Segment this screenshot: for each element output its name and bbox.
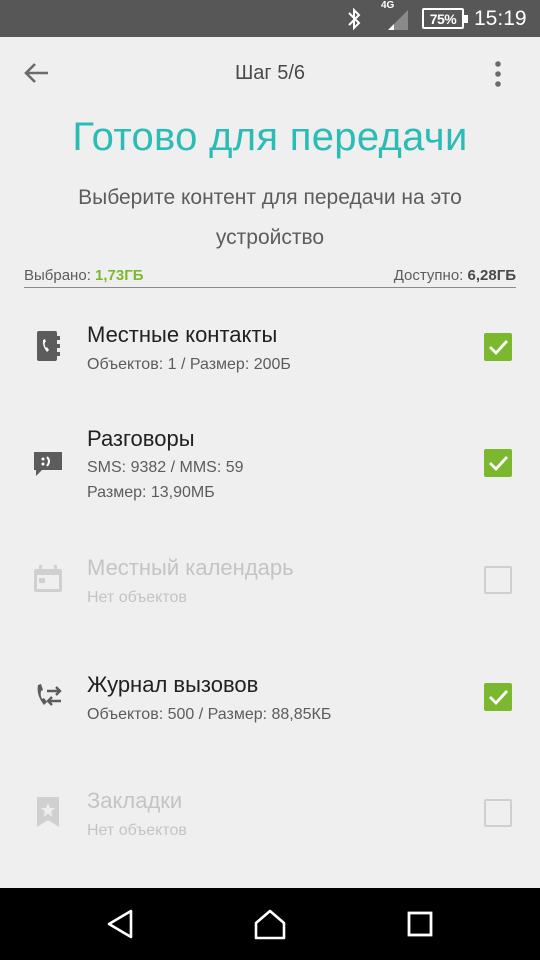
calendar-checkbox[interactable] bbox=[484, 566, 512, 594]
item-details: Нет объектов bbox=[87, 822, 187, 839]
item-details: SMS: 9382 / MMS: 59 bbox=[87, 459, 244, 476]
item-details: Нет объектов bbox=[87, 589, 187, 606]
check-icon bbox=[489, 456, 508, 472]
clock: 15:19 bbox=[474, 7, 527, 30]
battery-indicator: 75% bbox=[422, 8, 468, 29]
list-item-call-log[interactable]: Журнал вызовов Объектов: 500 / Размер: 8… bbox=[0, 668, 540, 738]
check-icon bbox=[489, 340, 508, 356]
call-log-checkbox[interactable] bbox=[484, 683, 512, 711]
call-log-icon bbox=[30, 678, 66, 714]
item-title: Закладки bbox=[87, 788, 183, 813]
item-details: Объектов: 500 / Размер: 88,85КБ bbox=[87, 706, 332, 723]
nav-recents-icon bbox=[407, 911, 433, 937]
item-size: Размер: 13,90МБ bbox=[87, 484, 215, 501]
more-vert-icon bbox=[495, 61, 501, 87]
check-icon bbox=[489, 690, 508, 706]
item-title: Журнал вызовов bbox=[87, 672, 259, 697]
status-bar: 4G 75% 15:19 bbox=[0, 0, 540, 37]
nav-back-icon bbox=[107, 909, 133, 939]
page-subtitle: Выберите контент для передачи на это уст… bbox=[78, 186, 462, 249]
contacts-checkbox[interactable] bbox=[484, 333, 512, 361]
messages-icon bbox=[30, 445, 66, 481]
contacts-icon bbox=[30, 328, 66, 364]
bookmark-icon bbox=[30, 794, 66, 830]
nav-home-icon bbox=[254, 909, 286, 940]
page-title: Готово для передачи bbox=[72, 115, 468, 159]
nav-home-button[interactable] bbox=[250, 904, 290, 944]
nav-recents-button[interactable] bbox=[400, 904, 440, 944]
list-item-bookmarks[interactable]: Закладки Нет объектов bbox=[0, 784, 540, 854]
more-options-button[interactable] bbox=[484, 55, 512, 93]
nav-back-button[interactable] bbox=[100, 904, 140, 944]
available-size: Доступно: 6,28ГБ bbox=[393, 267, 516, 284]
list-item-contacts[interactable]: Местные контакты Объектов: 1 / Размер: 2… bbox=[0, 318, 540, 388]
bookmarks-checkbox[interactable] bbox=[484, 799, 512, 827]
step-indicator: Шаг 5/6 bbox=[234, 62, 306, 84]
item-details: Объектов: 1 / Размер: 200Б bbox=[87, 356, 291, 373]
signal-icon bbox=[380, 2, 412, 32]
list-item-conversations[interactable]: Разговоры SMS: 9382 / MMS: 59 Размер: 13… bbox=[0, 422, 540, 512]
item-title: Местный календарь bbox=[87, 555, 294, 580]
calendar-icon bbox=[30, 561, 66, 597]
toolbar: Шаг 5/6 bbox=[0, 37, 540, 111]
item-title: Разговоры bbox=[87, 426, 195, 451]
system-nav-bar bbox=[0, 888, 540, 960]
list-item-calendar[interactable]: Местный календарь Нет объектов bbox=[0, 551, 540, 621]
item-title: Местные контакты bbox=[87, 322, 278, 347]
bluetooth-icon bbox=[344, 7, 364, 31]
storage-summary: Выбрано: 1,73ГБ Доступно: 6,28ГБ bbox=[24, 266, 516, 288]
selected-size: Выбрано: 1,73ГБ bbox=[24, 267, 144, 284]
conversations-checkbox[interactable] bbox=[484, 449, 512, 477]
